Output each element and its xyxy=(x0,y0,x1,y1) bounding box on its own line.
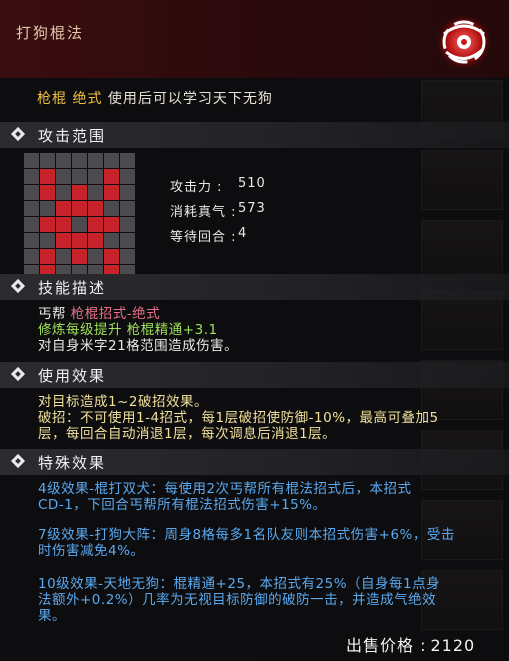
skill-desc-line-3: 对自身米字21格范围造成伤害。 xyxy=(38,338,239,354)
range-cell-active xyxy=(40,185,55,200)
range-cell-active xyxy=(72,233,87,248)
section-header-use-effect: 使用效果 xyxy=(0,362,509,388)
use-effect-line-3: 层，每回合自动消退1层，每次调息后消退1层。 xyxy=(38,426,337,442)
range-cell xyxy=(88,185,103,200)
skill-desc-line-2: 修炼每级提升 枪棍精通+3.1 xyxy=(38,322,218,338)
section-title: 技能描述 xyxy=(38,279,107,297)
skill-summary-text: 使用后可以学习天下无狗 xyxy=(107,91,273,107)
stat-qi-cost: 消耗真气 :573 xyxy=(170,201,266,220)
range-cell xyxy=(120,169,135,184)
range-cell xyxy=(56,169,71,184)
range-cell xyxy=(24,185,39,200)
range-cell-active xyxy=(72,249,87,264)
use-effect-line-1: 对目标造成1~2破招效果。 xyxy=(38,394,208,410)
range-cell xyxy=(24,249,39,264)
skill-tooltip-panel: 打狗棍法 枪棍 绝式 使用后可以学习天下无狗 攻击范围 攻击力 :510 消耗真… xyxy=(0,0,509,661)
special-effect-line: 7级效果-打狗大阵：周身8格每多1名队友则本招式伤害+6%，受击 xyxy=(38,527,455,543)
range-cell-active xyxy=(40,217,55,232)
sell-price-value: 2120 xyxy=(430,636,476,655)
skill-type-tag: 枪棍 绝式 xyxy=(37,91,103,107)
special-effect-line: 10级效果-天地无狗：棍精通+25，本招式有25%（自身每1点身 xyxy=(38,576,441,592)
title-bar: 打狗棍法 xyxy=(0,0,509,78)
range-cell xyxy=(56,153,71,168)
range-cell xyxy=(104,201,119,216)
range-cell xyxy=(24,233,39,248)
range-cell xyxy=(88,153,103,168)
range-cell xyxy=(40,201,55,216)
range-cell-active xyxy=(56,233,71,248)
range-cell xyxy=(56,249,71,264)
range-cell xyxy=(104,233,119,248)
skill-summary: 枪棍 绝式 使用后可以学习天下无狗 xyxy=(37,88,273,108)
section-title: 攻击范围 xyxy=(38,127,107,145)
range-cell xyxy=(120,249,135,264)
stat-attack: 攻击力 :510 xyxy=(170,176,266,195)
range-cell-active xyxy=(40,169,55,184)
range-cell xyxy=(24,217,39,232)
range-cell xyxy=(24,169,39,184)
section-title: 特殊效果 xyxy=(38,454,107,472)
diamond-bullet-icon xyxy=(10,126,26,142)
stat-wait-turns: 等待回合 :4 xyxy=(170,226,248,245)
range-cell xyxy=(56,185,71,200)
skill-title: 打狗棍法 xyxy=(16,24,85,42)
range-cell xyxy=(72,217,87,232)
range-cell xyxy=(72,153,87,168)
range-cell-active xyxy=(88,233,103,248)
range-cell xyxy=(40,153,55,168)
range-cell xyxy=(120,153,135,168)
range-cell xyxy=(72,169,87,184)
skill-desc-line-1: 丐帮 枪棍招式-绝式 xyxy=(38,306,161,322)
section-header-skill-desc: 技能描述 xyxy=(0,274,509,300)
range-cell xyxy=(120,217,135,232)
sell-price: 出售价格 :2120 xyxy=(346,636,476,655)
range-cell xyxy=(120,185,135,200)
range-cell-active xyxy=(88,201,103,216)
section-header-special-effect: 特殊效果 xyxy=(0,449,509,475)
special-effect-line: 果。 xyxy=(38,608,66,624)
range-cell-active xyxy=(40,249,55,264)
use-effect-line-2: 破招：不可使用1-4招式，每1层破招使防御-10%，最高可叠加5 xyxy=(38,410,439,426)
red-swirl-skill-icon xyxy=(436,14,492,70)
range-cell-active xyxy=(72,185,87,200)
diamond-bullet-icon xyxy=(10,278,26,294)
background-inventory-slots xyxy=(419,70,509,650)
range-cell-active xyxy=(104,185,119,200)
special-effect-line: CD-1，下回合丐帮所有棍法招式伤害+15%。 xyxy=(38,497,327,513)
range-cell xyxy=(88,249,103,264)
special-effect-line: 法额外+0.2%）几率为无视目标防御的破防一击，并造成气绝效 xyxy=(38,592,437,608)
section-header-range: 攻击范围 xyxy=(0,122,509,148)
range-cell-active xyxy=(56,201,71,216)
range-cell-active xyxy=(104,217,119,232)
range-cell xyxy=(120,201,135,216)
range-cell-active xyxy=(104,169,119,184)
range-cell-active xyxy=(56,217,71,232)
range-cell xyxy=(120,233,135,248)
range-cell xyxy=(40,233,55,248)
range-cell xyxy=(24,201,39,216)
section-title: 使用效果 xyxy=(38,367,107,385)
range-cell xyxy=(88,169,103,184)
range-cell-active xyxy=(72,201,87,216)
diamond-bullet-icon xyxy=(10,366,26,382)
diamond-bullet-icon xyxy=(10,453,26,469)
range-cell xyxy=(104,153,119,168)
range-cell xyxy=(24,153,39,168)
range-cell-active xyxy=(104,249,119,264)
special-effect-line: 时伤害减免4%。 xyxy=(38,543,145,559)
special-effect-line: 4级效果-棍打双犬：每使用2次丐帮所有棍法招式后，本招式 xyxy=(38,481,412,497)
range-cell-active xyxy=(88,217,103,232)
